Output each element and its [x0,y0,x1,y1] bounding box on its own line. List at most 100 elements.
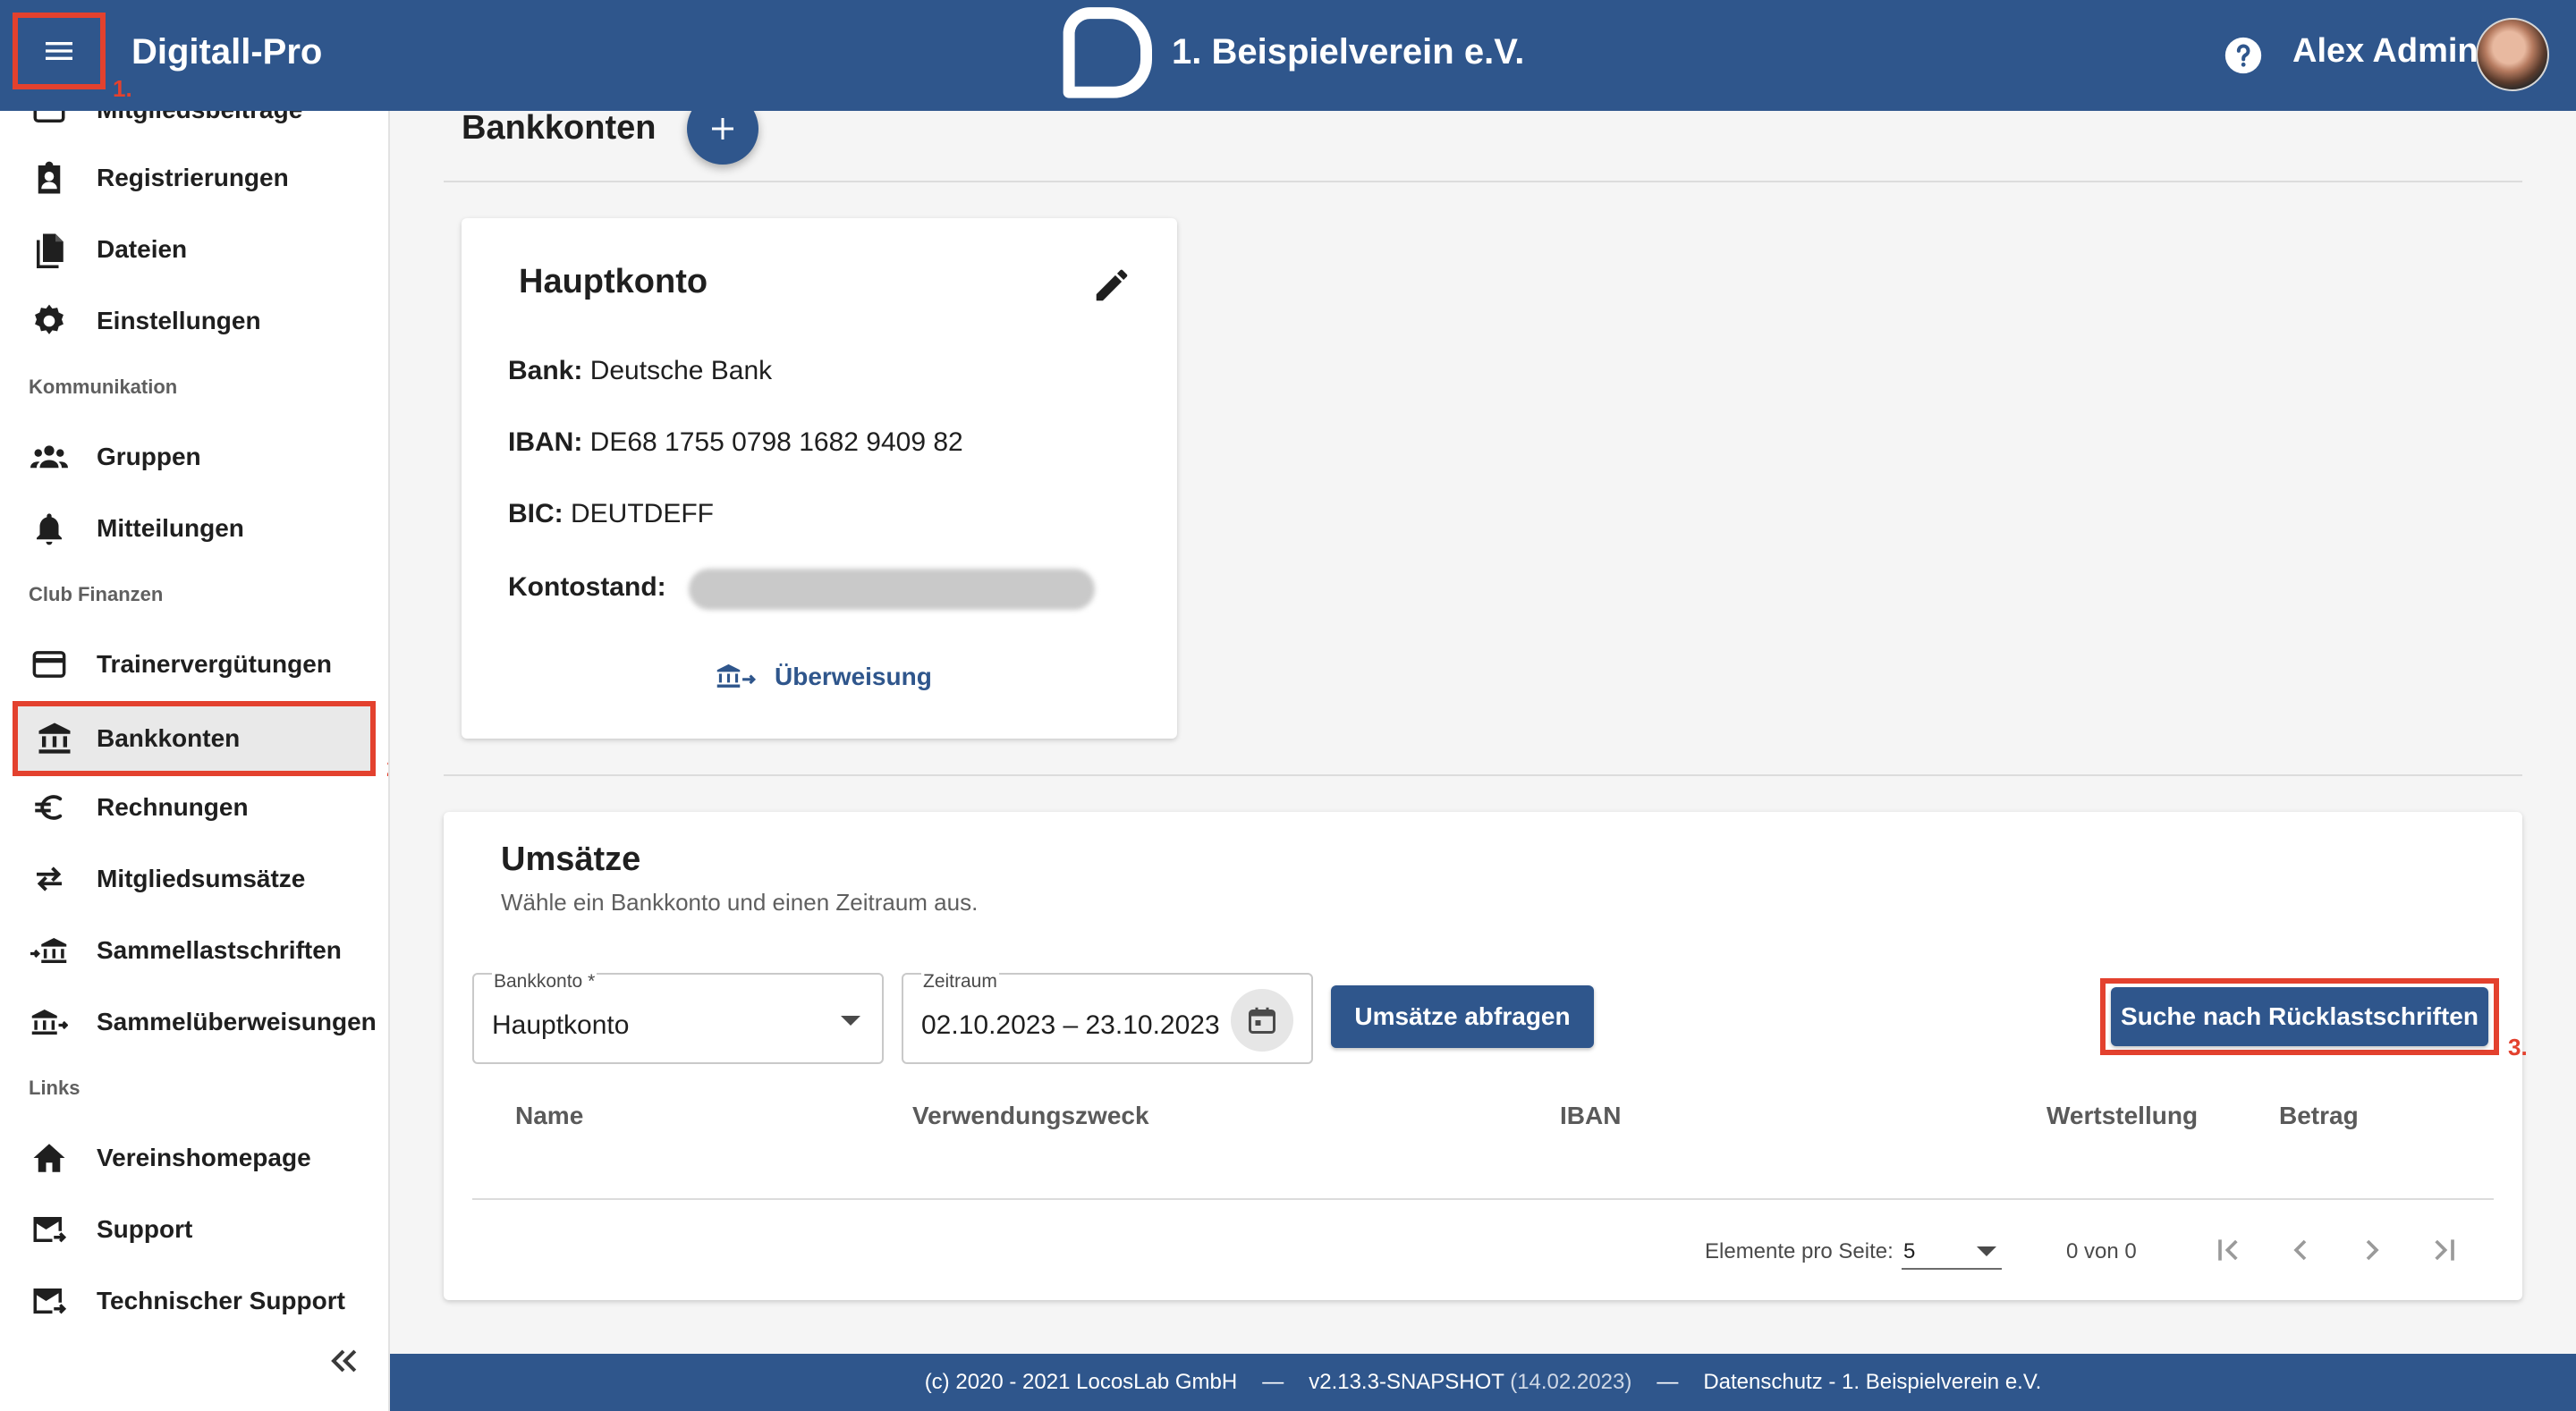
app-name[interactable]: Digitall-Pro [131,32,322,72]
sidebar-item-label: Sammelüberweisungen [97,1008,377,1035]
menu-button[interactable] [13,13,106,89]
footer: (c) 2020 - 2021 LocosLab GmbH — v2.13.3-… [390,1354,2576,1411]
last-page-button[interactable] [2422,1229,2465,1272]
items-per-page-value: 5 [1903,1239,1916,1263]
sidebar-item-label: Mitgliedsbeiträge [97,111,302,124]
section-communication: Kommunikation [29,376,178,398]
sidebar-item-files[interactable]: Dateien [0,218,388,281]
transfer-link-label: Überweisung [775,663,932,690]
mail-send-icon [29,1280,70,1322]
sidebar-item-label: Trainervergütungen [97,650,332,678]
avatar[interactable] [2476,18,2549,91]
footer-separator: — [1657,1370,1679,1394]
iban-label: IBAN: [508,427,583,457]
sidebar-item-bank-accounts[interactable]: Bankkonten [13,701,376,776]
previous-page-button[interactable] [2279,1229,2322,1272]
top-app-bar: 1. Digitall-Pro 1. Beispielverein e.V. A… [0,0,2576,111]
items-per-page-label: Elemente pro Seite: [1705,1239,1894,1263]
privacy-link[interactable]: Datenschutz - 1. Beispielverein e.V. [1703,1370,2041,1395]
hamburger-icon [46,42,72,60]
balance-label: Kontostand: [508,572,666,602]
last-page-icon [2435,1239,2454,1261]
sidebar-item-label: Support [97,1215,193,1243]
sidebar-item-direct-debits[interactable]: Sammellastschriften [0,919,388,982]
club-name: 1. Beispielverein e.V. [1172,32,1525,72]
balance-field: Kontostand: [508,572,666,603]
sidebar-item-bulk-transfers[interactable]: Sammelüberweisungen [0,991,388,1053]
version-number: v2.13.3-SNAPSHOT [1309,1370,1504,1394]
gear-icon [29,300,70,342]
section-links: Links [29,1077,80,1099]
sidebar-item-membership-fees[interactable]: Mitgliedsbeiträge [0,111,388,141]
sidebar-item-member-transactions[interactable]: Mitgliedsumsätze [0,848,388,910]
chevron-down-icon [1977,1246,1996,1256]
sidebar-item-label: Mitgliedsumsätze [97,865,306,892]
column-header-name[interactable]: Name [515,1102,583,1130]
sidebar-item-label: Vereinshomepage [97,1144,311,1171]
bank-account-select[interactable]: Bankkonto * Hauptkonto [472,971,884,1064]
sidebar-item-groups[interactable]: Gruppen [0,426,388,488]
chevron-right-icon [2366,1239,2379,1261]
page-title: Bankkonten [462,109,657,147]
annotation-1: 1. [113,75,132,102]
sidebar-item-technical-support[interactable]: Technischer Support [0,1270,388,1332]
sidebar-item-club-homepage[interactable]: Vereinshomepage [0,1127,388,1189]
edit-icon[interactable] [1091,265,1132,306]
bell-icon [29,508,70,549]
sidebar-item-settings[interactable]: Einstellungen [0,290,388,352]
table-divider [472,1198,2494,1200]
account-title: Hauptkonto [519,263,708,300]
next-page-button[interactable] [2351,1229,2394,1272]
bank-field: Bank: Deutsche Bank [508,356,772,386]
column-header-amount[interactable]: Betrag [2279,1102,2359,1130]
column-header-purpose[interactable]: Verwendungszweck [912,1102,1149,1130]
sidebar-item-trainer-compensation[interactable]: Trainervergütungen [0,633,388,696]
bic-value: DEUTDEFF [571,499,714,528]
iban-value: DE68 1755 0798 1682 9409 82 [589,427,963,457]
footer-version: v2.13.3-SNAPSHOT (14.02.2023) [1309,1370,1631,1395]
club-logo-icon [1063,7,1152,98]
registration-icon [29,157,70,199]
transfer-link[interactable]: Überweisung [716,662,932,692]
user-name[interactable]: Alex Admin [2292,32,2479,71]
transactions-title: Umsätze [501,841,641,878]
help-icon[interactable] [2224,36,2263,75]
first-page-button[interactable] [2207,1229,2250,1272]
first-page-icon [2218,1239,2238,1261]
sidebar-item-label: Mitteilungen [97,514,244,542]
bic-field: BIC: DEUTDEFF [508,499,714,529]
sidebar: Mitgliedsbeiträge Registrierungen Dateie… [0,111,390,1411]
sidebar-item-support[interactable]: Support [0,1198,388,1261]
annotation-3: 3. [2508,1034,2528,1060]
calendar-icon [1249,1007,1275,1034]
sidebar-item-invoices[interactable]: Rechnungen [0,776,388,839]
home-icon [29,1137,70,1179]
sidebar-item-messages[interactable]: Mitteilungen [0,497,388,560]
sidebar-item-label: Dateien [97,235,188,263]
sidebar-item-label: Einstellungen [97,307,261,334]
bic-label: BIC: [508,499,564,528]
file-icon [29,229,70,270]
euro-icon [29,787,70,828]
mail-send-icon [29,1209,70,1250]
bank-transfer-icon [716,663,757,688]
column-header-value-date[interactable]: Wertstellung [2046,1102,2198,1130]
search-returns-button[interactable]: Suche nach Rücklastschriften [2111,987,2488,1046]
range-label: 0 von 0 [2066,1239,2137,1263]
bank-in-icon [29,930,70,971]
items-per-page-select[interactable]: 5 [1902,1234,2002,1270]
bank-out-icon [29,1001,70,1043]
footer-separator: — [1262,1370,1284,1394]
transactions-subtitle: Wähle ein Bankkonto und einen Zeitraum a… [501,889,979,916]
swap-icon [29,858,70,900]
footer-copyright: (c) 2020 - 2021 LocosLab GmbH [924,1370,1238,1394]
calendar-button[interactable] [1231,989,1293,1052]
sidebar-item-registrations[interactable]: Registrierungen [0,147,388,209]
collapse-sidebar-icon[interactable] [324,1341,363,1381]
chevron-down-icon [841,1016,860,1026]
query-transactions-button[interactable]: Umsätze abfragen [1331,985,1594,1048]
group-icon [29,436,70,477]
fees-icon [29,111,70,131]
column-header-iban[interactable]: IBAN [1560,1102,1621,1130]
sidebar-item-label: Gruppen [97,443,201,470]
